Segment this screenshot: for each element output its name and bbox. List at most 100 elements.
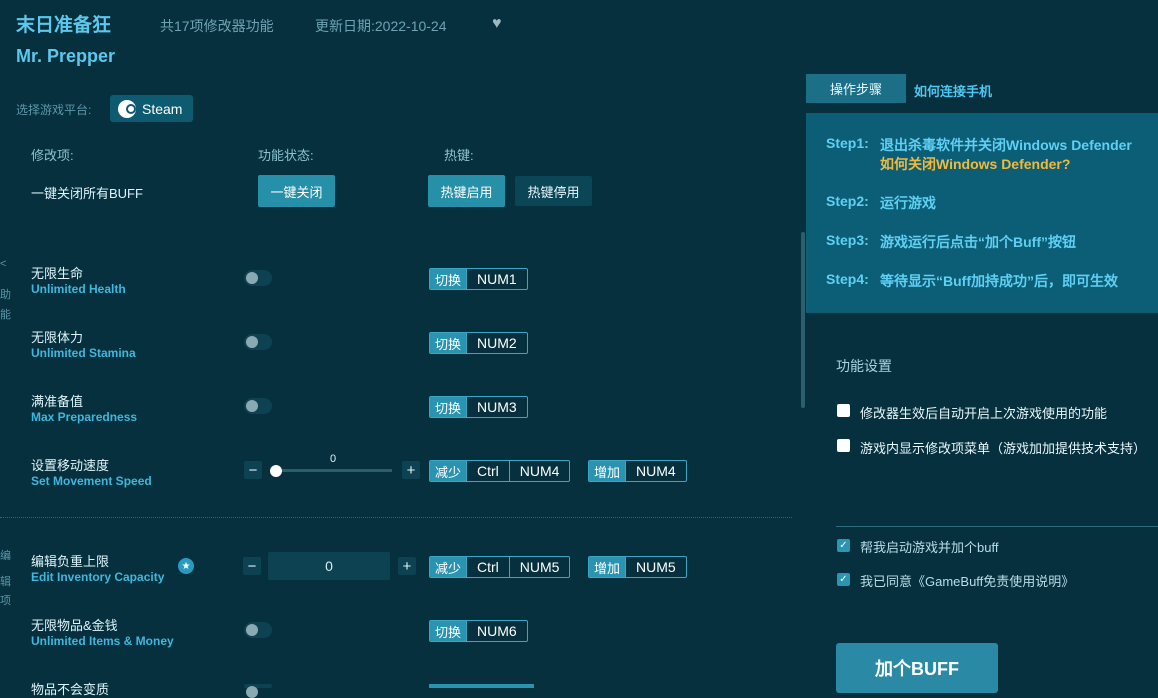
capacity-decrease-button[interactable]: − [243,557,261,575]
speed-value: 0 [330,453,337,465]
game-subtitle: Mr. Prepper [16,46,116,66]
hotkey-tag: 增加 [589,557,626,577]
hotkey-num7-partial[interactable] [429,684,534,688]
heart-icon[interactable]: ♥ [492,15,502,33]
check-icon: ✓ [839,540,848,551]
agree-terms-checkbox[interactable]: ✓ [837,573,850,586]
auto-enable-label: 修改器生效后自动开启上次游戏使用的功能 [860,406,1108,421]
tab-connect-phone[interactable]: 如何连接手机 [914,81,992,100]
check-icon: ✓ [839,574,848,585]
ingame-menu-label: 游戏内显示修改项菜单（游戏加加提供技术支持） [860,441,1147,456]
hotkey-key: NUM5 [625,557,686,577]
hotkey-tag: 切换 [430,397,467,417]
auto-enable-checkbox[interactable] [837,404,850,417]
auto-launch-label: 帮我启动游戏并加个buff [860,540,999,555]
hotkey-increase-num5[interactable]: 增加 NUM5 [588,556,687,578]
hotkey-tag: 切换 [430,269,467,289]
hotkey-key: NUM2 [466,333,527,353]
hotkey-tag: 切换 [430,333,467,353]
defender-help-link[interactable]: 如何关闭Windows Defender? [880,154,1070,174]
row-label-cn: 满准备值 [31,394,84,409]
row-label-cn: 设置移动速度 [31,458,110,473]
hotkey-disable-button[interactable]: 热键停用 [515,176,592,206]
step-label: Step2: [826,193,869,209]
hotkey-num6[interactable]: 切换 NUM6 [429,620,528,642]
hotkey-decrease-ctrl-num4[interactable]: 减少 Ctrl NUM4 [429,460,571,482]
unlimited-items-toggle[interactable] [244,622,272,638]
hotkey-num1[interactable]: 切换 NUM1 [429,268,528,290]
add-buff-button[interactable]: 加个BUFF [836,643,998,693]
scrollbar[interactable] [801,232,805,408]
hotkey-num3[interactable]: 切换 NUM3 [429,396,528,418]
column-hotkey-header: 热键: [444,148,474,163]
row-label-cn: 无限生命 [31,266,84,281]
tab-steps[interactable]: 操作步骤 [806,74,906,103]
hotkey-tag: 减少 [430,557,467,577]
section-divider [0,517,792,518]
speed-increase-button[interactable]: + [402,461,420,479]
edge-char: 项 [0,595,11,607]
hotkey-num2[interactable]: 切换 NUM2 [429,332,528,354]
unlimited-stamina-toggle[interactable] [244,334,272,350]
edge-char: 能 [0,309,11,321]
step-label: Step3: [826,232,869,248]
close-all-buff-label: 一键关闭所有BUFF [31,186,143,201]
row-label-cn: 编辑负重上限 [31,554,110,569]
row-label-cn: 无限体力 [31,330,84,345]
row-label-en: Max Preparedness [31,410,138,424]
hotkey-increase-num4[interactable]: 增加 NUM4 [588,460,687,482]
hotkey-tag: 增加 [589,461,626,481]
hotkey-decrease-ctrl-num5[interactable]: 减少 Ctrl NUM5 [429,556,571,578]
row-label-en: Unlimited Stamina [31,346,136,360]
platform-name: Steam [142,100,183,117]
speed-slider-thumb[interactable] [270,465,282,477]
speed-slider-track[interactable] [272,469,392,472]
settings-title: 功能设置 [836,358,892,374]
agree-terms-label: 我已同意《GameBuff免责使用说明》 [860,574,1075,589]
edge-char: 助 [0,289,11,301]
column-item-header: 修改项: [31,148,74,163]
step-text: 游戏运行后点击“加个Buff”按钮 [880,234,1076,250]
row-label-cn: 物品不会变质 [31,682,110,697]
hotkey-key: NUM1 [466,269,527,289]
hotkey-tag: 切换 [430,621,467,641]
auto-launch-checkbox[interactable]: ✓ [837,539,850,552]
row-label-en: Set Movement Speed [31,474,152,488]
column-status-header: 功能状态: [258,148,314,163]
edge-char: 编 [0,550,11,562]
app-title: 末日准备狂 [16,15,112,36]
close-all-button[interactable]: 一键关闭 [258,175,335,207]
step-label: Step1: [826,135,869,151]
edge-char: < [0,258,7,270]
row-label-cn: 无限物品&金钱 [31,618,118,633]
hotkey-modifier: Ctrl [466,461,509,481]
steps-panel: Step1: 退出杀毒软件并关闭Windows Defender 如何关闭Win… [806,113,1158,313]
hotkey-enable-button[interactable]: 热键启用 [428,175,505,207]
edge-char: 辑 [0,576,11,588]
step-text: 退出杀毒软件并关闭Windows Defender [880,137,1132,153]
row-label-en: Unlimited Items & Money [31,634,174,648]
row-label-en: Edit Inventory Capacity [31,570,165,584]
hotkey-key: NUM6 [466,621,527,641]
step-text: 运行游戏 [880,195,936,211]
steam-icon [118,99,136,118]
speed-decrease-button[interactable]: − [244,461,262,479]
items-no-spoil-toggle[interactable] [244,684,272,698]
hotkey-key: NUM5 [508,557,570,577]
step-label: Step4: [826,271,869,287]
hotkey-modifier: Ctrl [466,557,509,577]
max-preparedness-toggle[interactable] [244,398,272,414]
hotkey-key: NUM3 [466,397,527,417]
hotkey-key: NUM4 [625,461,686,481]
platform-label: 选择游戏平台: [16,103,92,117]
star-icon: ★ [178,558,194,574]
hotkey-key: NUM4 [508,461,570,481]
ingame-menu-checkbox[interactable] [837,439,850,452]
capacity-increase-button[interactable]: + [398,557,416,575]
step-text: 等待显示“Buff加持成功”后，即可生效 [880,273,1118,289]
steam-platform-button[interactable]: Steam [110,95,193,122]
capacity-input[interactable]: 0 [268,552,390,580]
settings-divider [836,526,1158,527]
unlimited-health-toggle[interactable] [244,270,272,286]
row-label-en: Unlimited Health [31,282,126,296]
